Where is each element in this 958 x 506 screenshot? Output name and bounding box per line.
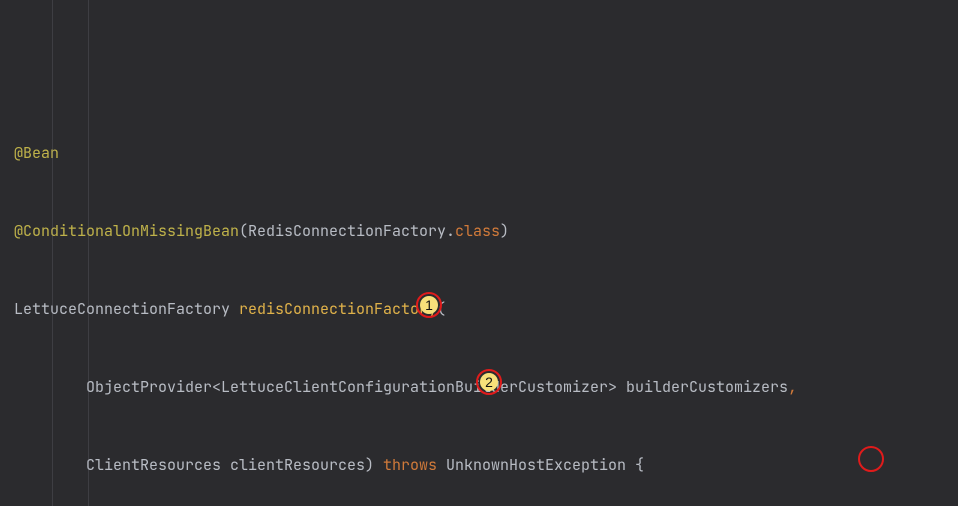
method-name: redisConnectionFactory — [239, 299, 437, 319]
code-line: @ConditionalOnMissingBean(RedisConnectio… — [14, 218, 944, 244]
code-line: ClientResources clientResources) throws … — [14, 452, 944, 478]
code-line: @Bean — [14, 140, 944, 166]
annotation-marker-1: 1 — [416, 292, 442, 318]
annotation-token: @ConditionalOnMissingBean — [14, 221, 239, 241]
annotation-marker-3: 3 — [858, 446, 884, 472]
annotation-marker-2: 2 — [476, 369, 502, 395]
code-editor: @Bean @ConditionalOnMissingBean(RedisCon… — [0, 0, 958, 506]
code-line: LettuceConnectionFactory redisConnection… — [14, 296, 944, 322]
